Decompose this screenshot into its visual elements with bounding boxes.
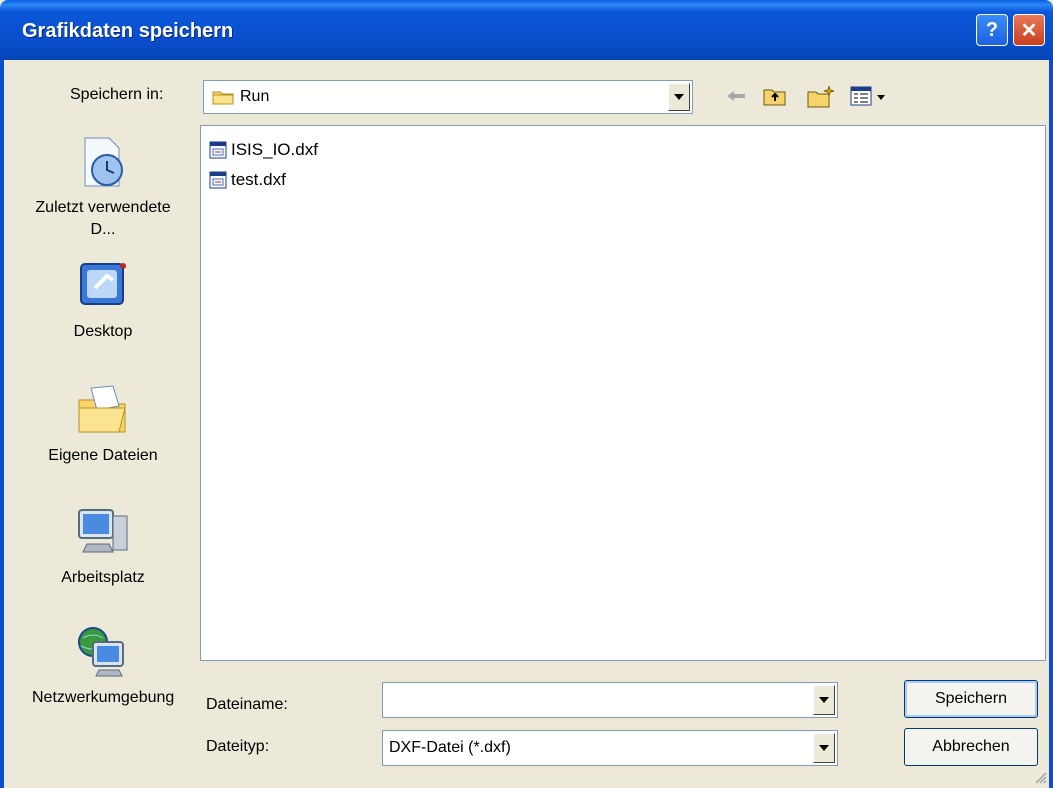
place-network[interactable]: Netzwerkumgebung — [28, 624, 178, 709]
filename-field[interactable] — [382, 682, 838, 718]
cancel-button-label: Abbrechen — [932, 738, 1010, 755]
list-item[interactable]: test.dxf — [209, 168, 286, 192]
save-button-label: Speichern — [934, 690, 1008, 707]
resize-grip-icon[interactable] — [1033, 770, 1047, 784]
filename-dropdown-arrow[interactable] — [813, 685, 835, 715]
file-name: ISIS_IO.dxf — [231, 140, 318, 159]
place-my-documents[interactable]: Eigene Dateien — [28, 382, 178, 467]
filetype-label: Dateityp: — [206, 738, 270, 755]
new-folder-button[interactable] — [806, 83, 838, 109]
file-list[interactable]: ISIS_IO.dxf test.dxf — [200, 125, 1046, 661]
recent-documents-icon — [84, 137, 123, 187]
place-label-my-computer: Arbeitsplatz — [61, 569, 145, 586]
title-bar[interactable]: Grafikdaten speichern ? ✕ — [0, 0, 1053, 60]
close-button[interactable]: ✕ — [1013, 14, 1045, 46]
up-folder-button[interactable] — [762, 83, 788, 109]
new-folder-icon — [807, 85, 835, 108]
place-label-recent: Zuletzt verwendete D... — [35, 199, 171, 238]
dxf-file-icon — [209, 141, 227, 159]
dxf-file-icon — [209, 171, 227, 189]
my-documents-icon — [78, 385, 126, 433]
filetype-value: DXF-Datei (*.dxf) — [389, 739, 511, 756]
window-title: Grafikdaten speichern — [22, 20, 234, 42]
desktop-icon — [80, 263, 126, 305]
filename-label: Dateiname: — [206, 696, 288, 713]
list-item[interactable]: ISIS_IO.dxf — [209, 138, 318, 162]
place-label-network: Netzwerkumgebung — [32, 689, 175, 706]
window-frame-left — [0, 60, 4, 788]
my-computer-icon — [78, 509, 128, 553]
save-in-label: Speichern in: — [70, 86, 164, 103]
save-in-dropdown[interactable]: Run — [203, 80, 693, 114]
place-my-computer[interactable]: Arbeitsplatz — [28, 504, 178, 589]
close-icon: ✕ — [1020, 19, 1038, 42]
help-button[interactable]: ? — [976, 14, 1008, 46]
back-button[interactable] — [724, 83, 748, 109]
file-name: test.dxf — [231, 170, 286, 189]
folder-icon — [212, 91, 234, 105]
save-button[interactable]: Speichern — [904, 680, 1038, 718]
help-icon: ? — [985, 18, 999, 41]
filetype-dropdown[interactable]: DXF-Datei (*.dxf) — [382, 730, 838, 766]
place-label-my-documents: Eigene Dateien — [48, 447, 158, 464]
window-frame-right — [1049, 60, 1053, 788]
filetype-dropdown-arrow[interactable] — [813, 733, 835, 763]
save-in-value: Run — [240, 88, 270, 105]
network-places-icon — [78, 627, 124, 677]
back-arrow-icon — [727, 91, 745, 101]
view-menu-icon — [850, 86, 885, 106]
view-menu-button[interactable] — [848, 83, 894, 109]
place-desktop[interactable]: Desktop — [28, 258, 178, 343]
save-in-dropdown-arrow[interactable] — [668, 83, 690, 111]
place-label-desktop: Desktop — [73, 323, 133, 340]
cancel-button[interactable]: Abbrechen — [904, 728, 1038, 766]
place-recent[interactable]: Zuletzt verwendete D... — [28, 134, 178, 241]
up-folder-icon — [763, 89, 786, 106]
